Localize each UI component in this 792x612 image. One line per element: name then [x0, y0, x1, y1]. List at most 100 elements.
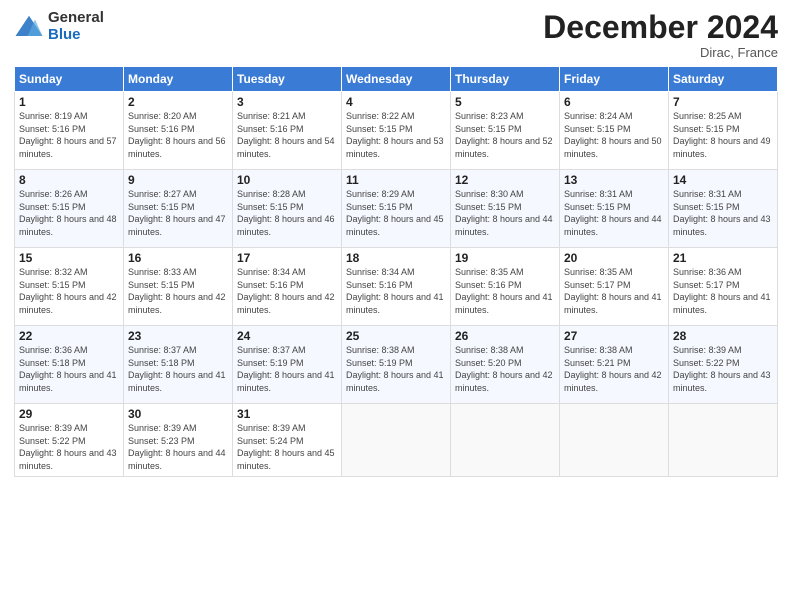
- calendar-day-header: Saturday: [669, 67, 778, 92]
- day-number: 31: [237, 407, 337, 421]
- day-number: 9: [128, 173, 228, 187]
- day-number: 4: [346, 95, 446, 109]
- day-info: Sunrise: 8:37 AMSunset: 5:19 PMDaylight:…: [237, 345, 335, 393]
- calendar-cell: 31 Sunrise: 8:39 AMSunset: 5:24 PMDaylig…: [233, 404, 342, 476]
- calendar-cell: 4 Sunrise: 8:22 AMSunset: 5:15 PMDayligh…: [342, 92, 451, 170]
- day-number: 28: [673, 329, 773, 343]
- logo-text: General Blue: [48, 10, 104, 43]
- logo-icon: [14, 12, 44, 42]
- day-info: Sunrise: 8:26 AMSunset: 5:15 PMDaylight:…: [19, 189, 117, 237]
- location: Dirac, France: [543, 45, 778, 60]
- day-number: 10: [237, 173, 337, 187]
- day-number: 13: [564, 173, 664, 187]
- day-number: 11: [346, 173, 446, 187]
- calendar-cell: 2 Sunrise: 8:20 AMSunset: 5:16 PMDayligh…: [124, 92, 233, 170]
- calendar-cell: 30 Sunrise: 8:39 AMSunset: 5:23 PMDaylig…: [124, 404, 233, 476]
- day-info: Sunrise: 8:22 AMSunset: 5:15 PMDaylight:…: [346, 111, 444, 159]
- calendar-cell: 10 Sunrise: 8:28 AMSunset: 5:15 PMDaylig…: [233, 170, 342, 248]
- day-info: Sunrise: 8:38 AMSunset: 5:21 PMDaylight:…: [564, 345, 662, 393]
- calendar-cell: 16 Sunrise: 8:33 AMSunset: 5:15 PMDaylig…: [124, 248, 233, 326]
- calendar-cell: 24 Sunrise: 8:37 AMSunset: 5:19 PMDaylig…: [233, 326, 342, 404]
- day-number: 29: [19, 407, 119, 421]
- title-area: December 2024 Dirac, France: [543, 10, 778, 60]
- month-title: December 2024: [543, 10, 778, 45]
- day-info: Sunrise: 8:39 AMSunset: 5:23 PMDaylight:…: [128, 423, 226, 471]
- calendar-day-header: Tuesday: [233, 67, 342, 92]
- calendar-cell: 21 Sunrise: 8:36 AMSunset: 5:17 PMDaylig…: [669, 248, 778, 326]
- day-info: Sunrise: 8:21 AMSunset: 5:16 PMDaylight:…: [237, 111, 335, 159]
- calendar-cell: 29 Sunrise: 8:39 AMSunset: 5:22 PMDaylig…: [15, 404, 124, 476]
- calendar-page: General Blue December 2024 Dirac, France…: [0, 0, 792, 612]
- calendar-cell: 27 Sunrise: 8:38 AMSunset: 5:21 PMDaylig…: [560, 326, 669, 404]
- day-info: Sunrise: 8:34 AMSunset: 5:16 PMDaylight:…: [346, 267, 444, 315]
- day-info: Sunrise: 8:39 AMSunset: 5:22 PMDaylight:…: [19, 423, 117, 471]
- calendar-cell: 12 Sunrise: 8:30 AMSunset: 5:15 PMDaylig…: [451, 170, 560, 248]
- day-info: Sunrise: 8:36 AMSunset: 5:17 PMDaylight:…: [673, 267, 771, 315]
- day-info: Sunrise: 8:25 AMSunset: 5:15 PMDaylight:…: [673, 111, 771, 159]
- calendar-cell: [451, 404, 560, 476]
- day-info: Sunrise: 8:33 AMSunset: 5:15 PMDaylight:…: [128, 267, 226, 315]
- logo-general: General: [48, 10, 104, 27]
- calendar-cell: 22 Sunrise: 8:36 AMSunset: 5:18 PMDaylig…: [15, 326, 124, 404]
- day-info: Sunrise: 8:35 AMSunset: 5:17 PMDaylight:…: [564, 267, 662, 315]
- calendar-cell: 18 Sunrise: 8:34 AMSunset: 5:16 PMDaylig…: [342, 248, 451, 326]
- calendar-cell: 6 Sunrise: 8:24 AMSunset: 5:15 PMDayligh…: [560, 92, 669, 170]
- day-info: Sunrise: 8:37 AMSunset: 5:18 PMDaylight:…: [128, 345, 226, 393]
- day-number: 2: [128, 95, 228, 109]
- calendar-cell: [560, 404, 669, 476]
- day-number: 30: [128, 407, 228, 421]
- calendar-cell: 3 Sunrise: 8:21 AMSunset: 5:16 PMDayligh…: [233, 92, 342, 170]
- calendar-cell: [669, 404, 778, 476]
- calendar-day-header: Thursday: [451, 67, 560, 92]
- calendar-cell: 17 Sunrise: 8:34 AMSunset: 5:16 PMDaylig…: [233, 248, 342, 326]
- calendar-day-header: Wednesday: [342, 67, 451, 92]
- day-number: 5: [455, 95, 555, 109]
- logo-blue: Blue: [48, 27, 104, 44]
- day-info: Sunrise: 8:39 AMSunset: 5:24 PMDaylight:…: [237, 423, 335, 471]
- day-number: 25: [346, 329, 446, 343]
- calendar-cell: 7 Sunrise: 8:25 AMSunset: 5:15 PMDayligh…: [669, 92, 778, 170]
- day-number: 18: [346, 251, 446, 265]
- day-number: 26: [455, 329, 555, 343]
- calendar-cell: 9 Sunrise: 8:27 AMSunset: 5:15 PMDayligh…: [124, 170, 233, 248]
- day-info: Sunrise: 8:28 AMSunset: 5:15 PMDaylight:…: [237, 189, 335, 237]
- calendar-cell: 20 Sunrise: 8:35 AMSunset: 5:17 PMDaylig…: [560, 248, 669, 326]
- day-number: 23: [128, 329, 228, 343]
- day-number: 15: [19, 251, 119, 265]
- calendar-header-row: SundayMondayTuesdayWednesdayThursdayFrid…: [15, 67, 778, 92]
- day-number: 21: [673, 251, 773, 265]
- day-info: Sunrise: 8:23 AMSunset: 5:15 PMDaylight:…: [455, 111, 553, 159]
- day-info: Sunrise: 8:32 AMSunset: 5:15 PMDaylight:…: [19, 267, 117, 315]
- day-number: 24: [237, 329, 337, 343]
- calendar-cell: 14 Sunrise: 8:31 AMSunset: 5:15 PMDaylig…: [669, 170, 778, 248]
- calendar-cell: 19 Sunrise: 8:35 AMSunset: 5:16 PMDaylig…: [451, 248, 560, 326]
- calendar-cell: 5 Sunrise: 8:23 AMSunset: 5:15 PMDayligh…: [451, 92, 560, 170]
- day-number: 19: [455, 251, 555, 265]
- day-info: Sunrise: 8:20 AMSunset: 5:16 PMDaylight:…: [128, 111, 226, 159]
- day-number: 6: [564, 95, 664, 109]
- day-info: Sunrise: 8:24 AMSunset: 5:15 PMDaylight:…: [564, 111, 662, 159]
- page-header: General Blue December 2024 Dirac, France: [14, 10, 778, 60]
- calendar-cell: 28 Sunrise: 8:39 AMSunset: 5:22 PMDaylig…: [669, 326, 778, 404]
- day-info: Sunrise: 8:39 AMSunset: 5:22 PMDaylight:…: [673, 345, 771, 393]
- day-info: Sunrise: 8:34 AMSunset: 5:16 PMDaylight:…: [237, 267, 335, 315]
- day-number: 8: [19, 173, 119, 187]
- calendar-cell: 11 Sunrise: 8:29 AMSunset: 5:15 PMDaylig…: [342, 170, 451, 248]
- day-info: Sunrise: 8:30 AMSunset: 5:15 PMDaylight:…: [455, 189, 553, 237]
- calendar-cell: 1 Sunrise: 8:19 AMSunset: 5:16 PMDayligh…: [15, 92, 124, 170]
- day-number: 16: [128, 251, 228, 265]
- day-info: Sunrise: 8:19 AMSunset: 5:16 PMDaylight:…: [19, 111, 117, 159]
- day-info: Sunrise: 8:31 AMSunset: 5:15 PMDaylight:…: [564, 189, 662, 237]
- day-info: Sunrise: 8:27 AMSunset: 5:15 PMDaylight:…: [128, 189, 226, 237]
- calendar-cell: 15 Sunrise: 8:32 AMSunset: 5:15 PMDaylig…: [15, 248, 124, 326]
- day-info: Sunrise: 8:35 AMSunset: 5:16 PMDaylight:…: [455, 267, 553, 315]
- day-number: 22: [19, 329, 119, 343]
- day-info: Sunrise: 8:36 AMSunset: 5:18 PMDaylight:…: [19, 345, 117, 393]
- calendar-day-header: Monday: [124, 67, 233, 92]
- day-number: 14: [673, 173, 773, 187]
- day-number: 12: [455, 173, 555, 187]
- day-info: Sunrise: 8:29 AMSunset: 5:15 PMDaylight:…: [346, 189, 444, 237]
- day-number: 1: [19, 95, 119, 109]
- day-info: Sunrise: 8:31 AMSunset: 5:15 PMDaylight:…: [673, 189, 771, 237]
- calendar-cell: 8 Sunrise: 8:26 AMSunset: 5:15 PMDayligh…: [15, 170, 124, 248]
